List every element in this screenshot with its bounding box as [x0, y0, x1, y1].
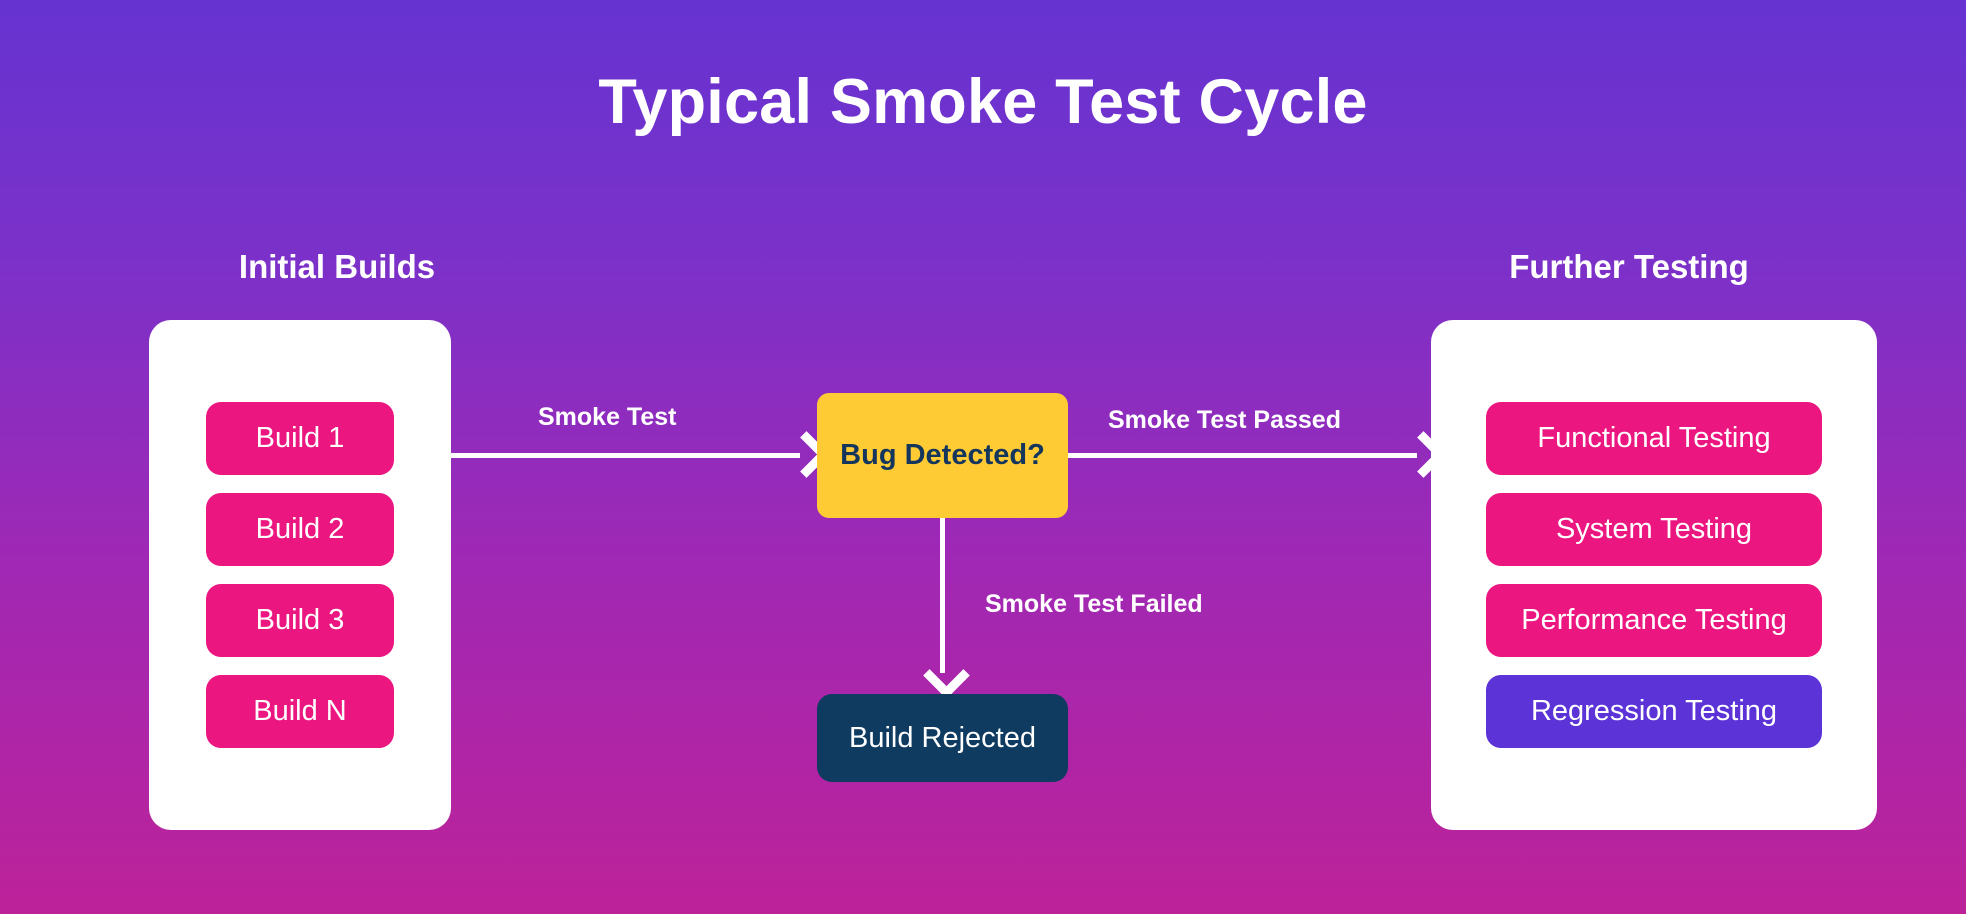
connector-decision-to-rejected	[940, 518, 945, 673]
testing-item-functional[interactable]: Functional Testing	[1486, 402, 1822, 475]
connector-decision-to-further-testing	[1068, 453, 1417, 458]
further-testing-heading: Further Testing	[1509, 248, 1749, 285]
initial-builds-panel: Build 1 Build 2 Build 3 Build N	[149, 320, 451, 830]
build-item-2[interactable]: Build 2	[206, 493, 394, 566]
edge-label-smoke-test-passed: Smoke Test Passed	[1108, 406, 1341, 434]
further-testing-list: Functional Testing System Testing Perfor…	[1431, 320, 1877, 830]
edge-label-smoke-test-failed: Smoke Test Failed	[985, 590, 1203, 618]
build-item-1[interactable]: Build 1	[206, 402, 394, 475]
initial-builds-list: Build 1 Build 2 Build 3 Build N	[149, 320, 451, 830]
arrow-down-icon	[923, 652, 970, 699]
further-testing-panel: Functional Testing System Testing Perfor…	[1431, 320, 1877, 830]
testing-item-system[interactable]: System Testing	[1486, 493, 1822, 566]
initial-builds-heading: Initial Builds	[238, 248, 436, 285]
diagram-canvas: Typical Smoke Test Cycle Initial Builds …	[0, 0, 1966, 914]
testing-item-regression[interactable]: Regression Testing	[1486, 675, 1822, 748]
build-item-n[interactable]: Build N	[206, 675, 394, 748]
connector-builds-to-decision	[451, 453, 800, 458]
build-item-3[interactable]: Build 3	[206, 584, 394, 657]
page-title: Typical Smoke Test Cycle	[598, 67, 1368, 137]
build-rejected-node[interactable]: Build Rejected	[817, 694, 1068, 782]
decision-node-bug-detected[interactable]: Bug Detected?	[817, 393, 1068, 518]
edge-label-smoke-test: Smoke Test	[538, 403, 677, 431]
testing-item-performance[interactable]: Performance Testing	[1486, 584, 1822, 657]
